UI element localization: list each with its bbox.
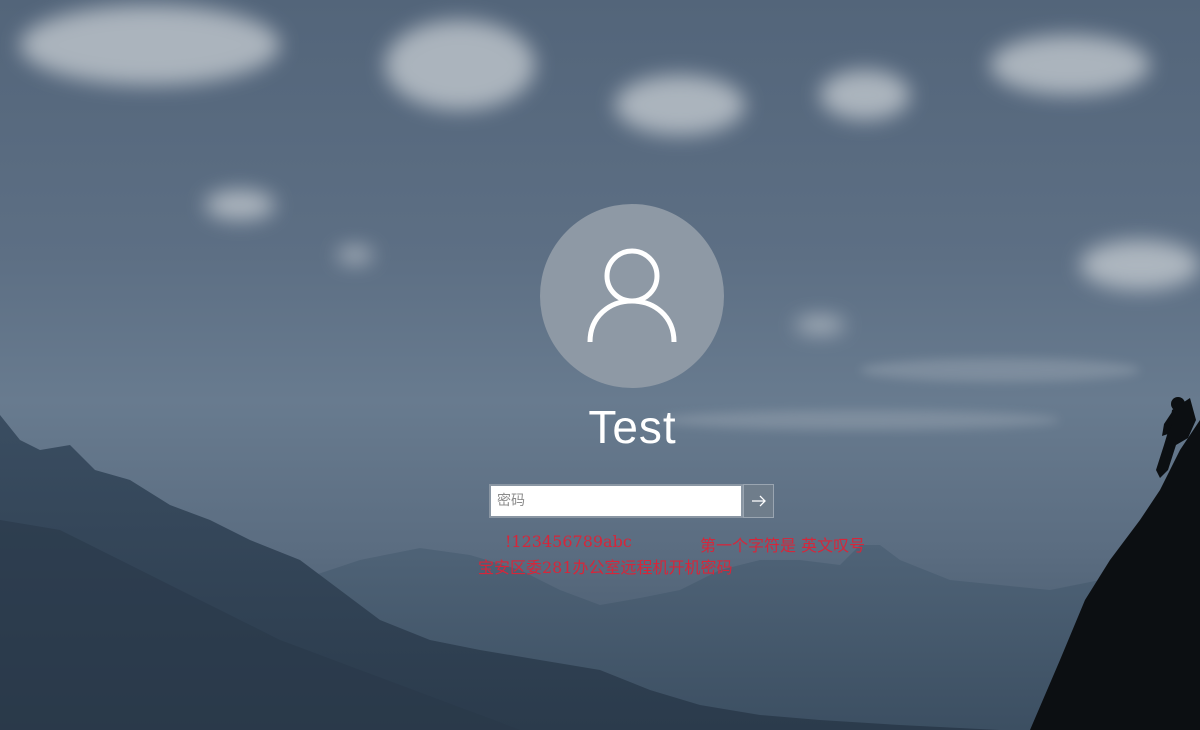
annotation-password-text: !123456789abc bbox=[505, 532, 632, 551]
arrow-right-icon bbox=[751, 495, 766, 507]
password-box bbox=[489, 484, 774, 518]
user-avatar bbox=[540, 204, 724, 388]
user-name-label: Test bbox=[588, 401, 677, 453]
password-input[interactable] bbox=[489, 484, 743, 518]
annotation-machine-label: 宝安区委281办公室远程机开机密码 bbox=[478, 558, 733, 577]
climber-cliff bbox=[1030, 420, 1200, 730]
user-silhouette-icon bbox=[587, 248, 677, 343]
submit-button[interactable] bbox=[743, 484, 774, 518]
annotation-note: 第一个字符是 英文叹号 bbox=[700, 536, 866, 555]
